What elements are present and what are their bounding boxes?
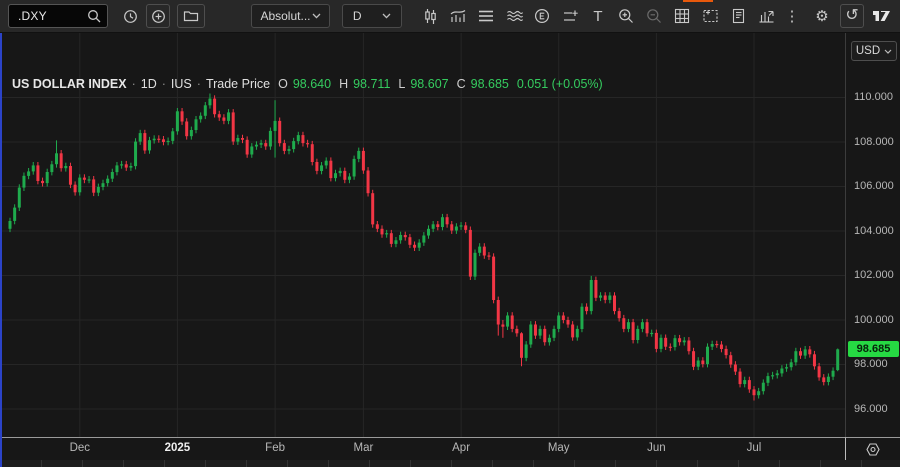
template-dropdown-label: Absolut... bbox=[260, 9, 310, 23]
toolbar-right-group: ⋮ ⚙ ↺ bbox=[780, 4, 894, 28]
undo-icon: ↺ bbox=[845, 8, 858, 24]
low-value: 98.607 bbox=[410, 77, 448, 91]
price-tick-label: 110.000 bbox=[854, 91, 893, 103]
zoom-out-icon bbox=[646, 8, 662, 24]
waves-icon bbox=[506, 9, 523, 23]
price-tick-label: 104.000 bbox=[854, 225, 894, 237]
last-price-badge: 98.685 bbox=[848, 341, 899, 357]
price-tick-label: 98.000 bbox=[854, 358, 888, 370]
tradingview-home-button[interactable] bbox=[870, 4, 894, 28]
interval-dropdown[interactable]: D bbox=[342, 4, 402, 28]
axis-settings-corner[interactable] bbox=[845, 437, 900, 460]
time-tick-label: Dec bbox=[70, 442, 90, 454]
legend-series-type: Trade Price bbox=[206, 77, 270, 91]
open-value: 98.640 bbox=[293, 77, 331, 91]
export-chart-button[interactable] bbox=[752, 5, 780, 27]
indicators-icon bbox=[449, 8, 467, 24]
currency-dropdown[interactable]: USD bbox=[851, 41, 897, 61]
price-tick-label: 102.000 bbox=[854, 269, 894, 281]
time-tick-label: Feb bbox=[265, 442, 285, 454]
plus-circle-icon bbox=[151, 9, 166, 24]
time-axis[interactable]: Dec 2025 Feb Mar Apr May Jun Jul bbox=[0, 437, 845, 460]
zoom-in-button[interactable] bbox=[612, 5, 640, 27]
close-label: C bbox=[457, 77, 466, 91]
chart-type-button[interactable] bbox=[416, 5, 444, 27]
loading-indicator bbox=[683, 0, 713, 2]
time-tick-label: May bbox=[548, 442, 570, 454]
circled-e-icon bbox=[534, 8, 550, 24]
time-tick-label: Jul bbox=[747, 442, 762, 454]
add-symbol-button[interactable] bbox=[146, 4, 170, 28]
template-dropdown[interactable]: Absolut... bbox=[251, 4, 329, 28]
grid-layout-icon bbox=[674, 8, 690, 24]
folder-icon bbox=[183, 9, 199, 23]
legend-separator: · bbox=[132, 77, 136, 91]
candlestick-chart-canvas[interactable] bbox=[0, 33, 845, 437]
legend-separator: · bbox=[197, 77, 201, 91]
symbol-text: .DXY bbox=[18, 9, 87, 23]
search-icon bbox=[87, 9, 101, 23]
top-toolbar: .DXY Absolut... D bbox=[0, 0, 900, 33]
undo-button[interactable]: ↺ bbox=[840, 4, 864, 28]
legend-separator: · bbox=[162, 77, 166, 91]
close-value: 98.685 bbox=[471, 77, 509, 91]
candlestick-icon bbox=[422, 8, 439, 25]
price-tick-label: 106.000 bbox=[854, 180, 894, 192]
time-tick-label: 2025 bbox=[165, 442, 191, 454]
chart-settings-button[interactable]: ⚙ bbox=[810, 4, 834, 28]
legend-interval: 1D bbox=[141, 77, 157, 91]
events-button[interactable] bbox=[528, 5, 556, 27]
waves-pattern-button[interactable] bbox=[500, 5, 528, 27]
snapshot-icon bbox=[702, 8, 719, 24]
chart-export-icon bbox=[758, 8, 775, 24]
bottom-strip bbox=[0, 460, 900, 467]
alert-lines-icon bbox=[562, 9, 579, 24]
price-tick-label: 96.000 bbox=[854, 403, 888, 415]
chevron-down-icon bbox=[884, 49, 892, 54]
open-label: O bbox=[278, 77, 288, 91]
kebab-menu-icon: ⋮ bbox=[785, 9, 800, 24]
tradingview-chart-window: .DXY Absolut... D bbox=[0, 0, 900, 467]
price-tick-label: 108.000 bbox=[854, 136, 894, 148]
zoom-out-button[interactable] bbox=[640, 5, 668, 27]
price-axis[interactable]: USD 110.000 108.000 106.000 104.000 102.000 1… bbox=[845, 33, 900, 437]
time-tick-label: Jun bbox=[647, 442, 666, 454]
time-tick-label: Mar bbox=[353, 442, 373, 454]
publish-idea-button[interactable] bbox=[724, 5, 752, 27]
indicators-button[interactable] bbox=[444, 5, 472, 27]
time-tick-label: Apr bbox=[452, 442, 470, 454]
change-value: 0.051 (+0.05%) bbox=[517, 77, 603, 91]
snapshot-button[interactable] bbox=[696, 5, 724, 27]
symbol-search-box[interactable]: .DXY bbox=[8, 4, 108, 28]
left-edge-accent-line bbox=[0, 33, 2, 467]
hexagon-settings-icon bbox=[865, 442, 881, 457]
zoom-in-icon bbox=[618, 8, 634, 24]
layout-lines-button[interactable] bbox=[472, 5, 500, 27]
low-label: L bbox=[398, 77, 405, 91]
currency-label: USD bbox=[856, 45, 880, 57]
text-tool-icon: T bbox=[593, 9, 602, 24]
chevron-down-icon bbox=[382, 13, 391, 19]
high-label: H bbox=[339, 77, 348, 91]
chevron-down-icon bbox=[312, 13, 321, 19]
gear-icon: ⚙ bbox=[815, 9, 828, 24]
notebook-icon bbox=[731, 8, 746, 24]
tradingview-logo bbox=[872, 9, 892, 23]
price-tick-label: 100.000 bbox=[854, 314, 894, 326]
chart-pane[interactable]: US DOLLAR INDEX · 1D · IUS · Trade Price… bbox=[0, 33, 845, 437]
multichart-layout-button[interactable] bbox=[668, 5, 696, 27]
bar-replay-clock-button[interactable] bbox=[118, 4, 142, 28]
stacked-lines-icon bbox=[478, 9, 494, 23]
legend-symbol-title: US DOLLAR INDEX bbox=[12, 77, 127, 91]
text-tool-button[interactable]: T bbox=[584, 5, 612, 27]
legend-exchange: IUS bbox=[171, 77, 192, 91]
open-layout-folder-button[interactable] bbox=[177, 4, 205, 28]
interval-dropdown-label: D bbox=[353, 9, 362, 23]
tool-icon-group: T bbox=[416, 5, 780, 27]
chart-legend[interactable]: US DOLLAR INDEX · 1D · IUS · Trade Price… bbox=[12, 77, 603, 91]
alert-button[interactable] bbox=[556, 5, 584, 27]
clock-icon bbox=[123, 9, 138, 24]
high-value: 98.711 bbox=[353, 77, 390, 91]
more-options-button[interactable]: ⋮ bbox=[780, 4, 804, 28]
